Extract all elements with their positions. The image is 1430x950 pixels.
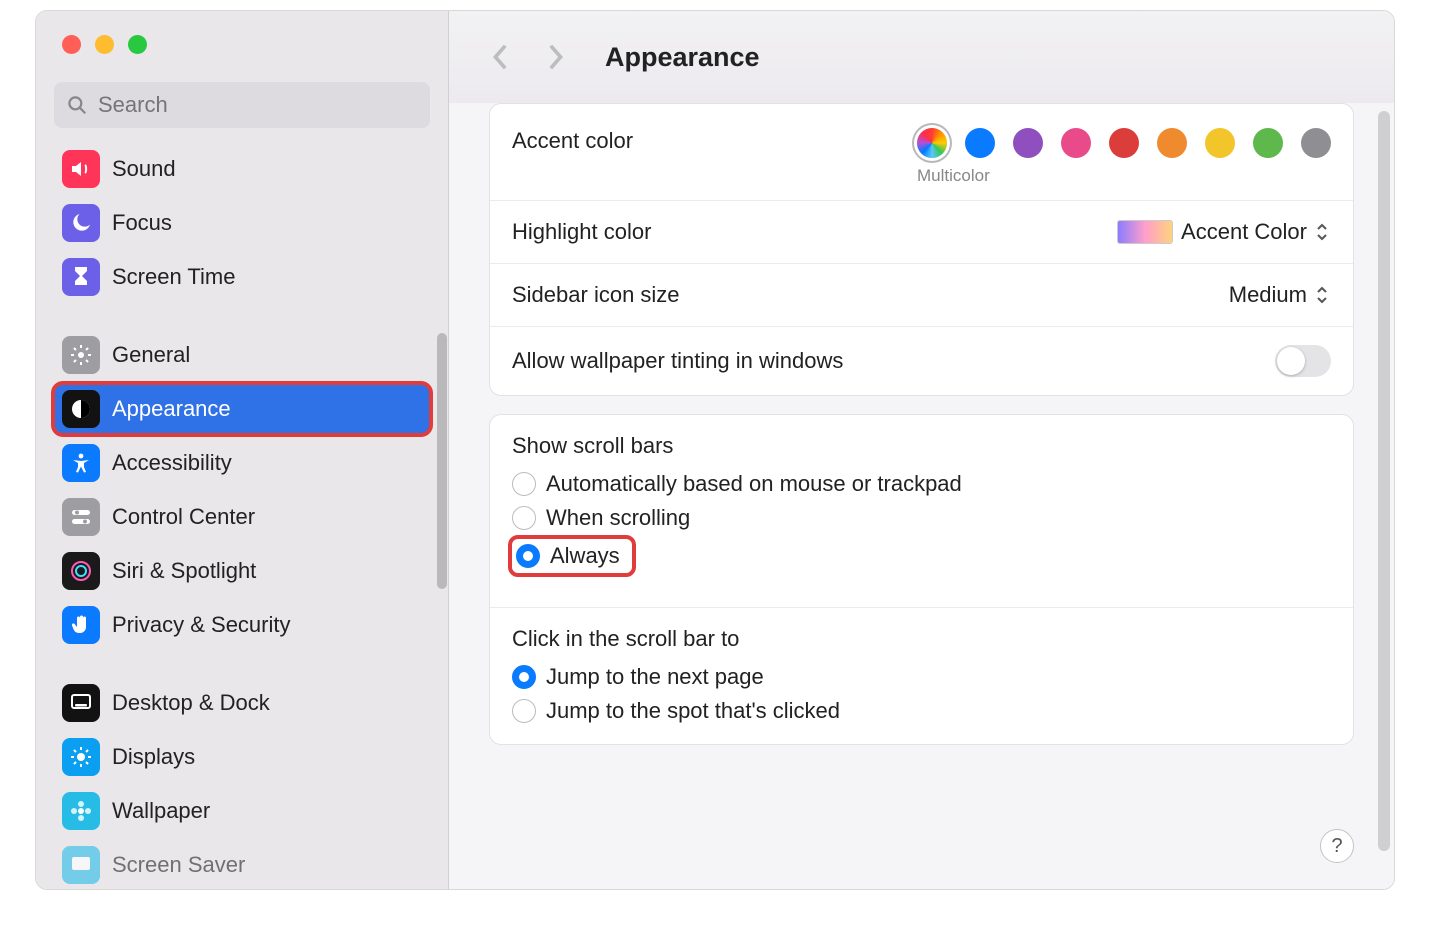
sidebar-item-appearance[interactable]: Appearance — [54, 384, 430, 434]
sidebar-item-label: Desktop & Dock — [112, 690, 270, 716]
search-input[interactable] — [98, 92, 418, 118]
accent-selected-label: Multicolor — [917, 166, 990, 186]
radio-icon — [512, 699, 536, 723]
sidebar-item-wallpaper[interactable]: Wallpaper — [54, 786, 430, 836]
wallpaper-tinting-label: Allow wallpaper tinting in windows — [512, 348, 843, 374]
minimize-window-button[interactable] — [95, 35, 114, 54]
accent-blue[interactable] — [965, 128, 995, 158]
click-scroll-option-next-page[interactable]: Jump to the next page — [490, 660, 1353, 694]
highlight-color-label: Highlight color — [512, 219, 651, 245]
appearance-icon — [69, 397, 93, 421]
sidebar-item-label: Displays — [112, 744, 195, 770]
appearance-panel-1: Accent color — [489, 103, 1354, 396]
sidebar-icon-size-label: Sidebar icon size — [512, 282, 680, 308]
system-settings-window: Sound Focus Screen Time General Appearan… — [35, 10, 1395, 890]
gear-icon — [69, 343, 93, 367]
sidebar-item-label: Sound — [112, 156, 176, 182]
highlight-swatch — [1117, 220, 1173, 244]
click-scroll-option-jump-to-spot[interactable]: Jump to the spot that's clicked — [490, 694, 1353, 728]
sidebar-item-label: Control Center — [112, 504, 255, 530]
flower-icon — [69, 799, 93, 823]
show-scroll-bars-label: Show scroll bars — [490, 415, 1353, 467]
sidebar-item-siri-spotlight[interactable]: Siri & Spotlight — [54, 546, 430, 596]
radio-label: Jump to the spot that's clicked — [546, 698, 840, 724]
moon-icon — [69, 211, 93, 235]
main-pane: Appearance Accent color — [449, 11, 1394, 889]
accent-graphite[interactable] — [1301, 128, 1331, 158]
sidebar-item-screen-time[interactable]: Screen Time — [54, 252, 430, 302]
close-window-button[interactable] — [62, 35, 81, 54]
back-button[interactable] — [489, 41, 513, 73]
radio-label: Always — [550, 543, 620, 569]
radio-icon — [512, 506, 536, 530]
control-center-icon — [69, 505, 93, 529]
sidebar-item-sound[interactable]: Sound — [54, 144, 430, 194]
sidebar-icon-size-popup[interactable] — [1313, 284, 1331, 306]
accent-pink[interactable] — [1061, 128, 1091, 158]
radio-label: Automatically based on mouse or trackpad — [546, 471, 962, 497]
toolbar: Appearance — [449, 11, 1394, 103]
sidebar-item-label: Wallpaper — [112, 798, 210, 824]
accent-red[interactable] — [1109, 128, 1139, 158]
highlight-color-value: Accent Color — [1181, 219, 1307, 245]
accent-orange[interactable] — [1157, 128, 1187, 158]
forward-button[interactable] — [543, 41, 567, 73]
accent-color-label: Accent color — [512, 128, 633, 154]
sidebar-scrollbar[interactable] — [437, 333, 447, 589]
sidebar-item-focus[interactable]: Focus — [54, 198, 430, 248]
sidebar-item-displays[interactable]: Displays — [54, 732, 430, 782]
sidebar-item-label: Screen Saver — [112, 852, 245, 878]
appearance-panel-2: Show scroll bars Automatically based on … — [489, 414, 1354, 745]
sidebar-item-control-center[interactable]: Control Center — [54, 492, 430, 542]
window-controls — [36, 11, 448, 54]
scrollbars-option-auto[interactable]: Automatically based on mouse or trackpad — [490, 467, 1353, 501]
radio-icon — [512, 472, 536, 496]
sidebar-item-accessibility[interactable]: Accessibility — [54, 438, 430, 488]
sidebar-item-privacy-security[interactable]: Privacy & Security — [54, 600, 430, 650]
radio-label: When scrolling — [546, 505, 690, 531]
brightness-icon — [69, 745, 93, 769]
siri-icon — [69, 559, 93, 583]
sound-icon — [69, 157, 93, 181]
highlight-color-popup[interactable] — [1313, 221, 1331, 243]
sidebar: Sound Focus Screen Time General Appearan… — [36, 11, 449, 889]
search-icon — [66, 94, 88, 116]
accent-yellow[interactable] — [1205, 128, 1235, 158]
sidebar-item-desktop-dock[interactable]: Desktop & Dock — [54, 678, 430, 728]
sidebar-item-label: Accessibility — [112, 450, 232, 476]
click-scrollbar-label: Click in the scroll bar to — [490, 608, 1353, 660]
help-button[interactable]: ? — [1320, 829, 1354, 863]
accent-green[interactable] — [1253, 128, 1283, 158]
hourglass-icon — [69, 265, 93, 289]
scrollbars-option-always[interactable]: Always — [490, 535, 1353, 577]
hand-icon — [69, 613, 93, 637]
sidebar-item-label: General — [112, 342, 190, 368]
main-scrollbar[interactable] — [1378, 111, 1390, 851]
radio-icon — [512, 665, 536, 689]
sidebar-item-label: Screen Time — [112, 264, 236, 290]
sidebar-item-label: Focus — [112, 210, 172, 236]
sidebar-item-screen-saver[interactable]: Screen Saver — [54, 840, 430, 889]
sidebar-icon-size-value: Medium — [1229, 282, 1307, 308]
radio-icon — [516, 544, 540, 568]
sidebar-item-label: Siri & Spotlight — [112, 558, 256, 584]
sidebar-item-label: Appearance — [112, 396, 231, 422]
zoom-window-button[interactable] — [128, 35, 147, 54]
accent-color-picker — [917, 128, 1331, 158]
screensaver-icon — [69, 853, 93, 877]
wallpaper-tinting-toggle[interactable] — [1275, 345, 1331, 377]
scrollbars-option-when-scrolling[interactable]: When scrolling — [490, 501, 1353, 535]
sidebar-item-general[interactable]: General — [54, 330, 430, 380]
sidebar-item-label: Privacy & Security — [112, 612, 291, 638]
search-field[interactable] — [54, 82, 430, 128]
radio-label: Jump to the next page — [546, 664, 764, 690]
accent-multicolor[interactable] — [917, 128, 947, 158]
accessibility-icon — [69, 451, 93, 475]
accent-purple[interactable] — [1013, 128, 1043, 158]
page-title: Appearance — [605, 42, 760, 73]
dock-icon — [69, 691, 93, 715]
